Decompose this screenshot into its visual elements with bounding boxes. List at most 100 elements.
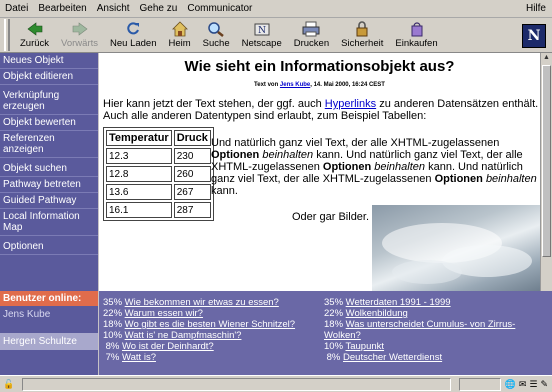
menu-hilfe[interactable]: Hilfe	[521, 0, 552, 17]
list-item: 18% Wo gibt es die besten Wiener Schnitz…	[103, 319, 325, 330]
list-item: 35% Wetterdaten 1991 - 1999	[324, 297, 550, 308]
vertical-scrollbar[interactable]: ▲	[540, 53, 552, 291]
mail-icon[interactable]: ✉	[519, 379, 527, 390]
body-text-bold: Optionen	[322, 161, 372, 173]
search-label: Suche	[202, 38, 230, 49]
security-lock-icon[interactable]: 🔓	[0, 379, 18, 390]
reload-label: Neu Laden	[110, 38, 157, 49]
back-button[interactable]: Zurück	[14, 20, 55, 52]
sidebar-item-neues-objekt[interactable]: Neues Objekt	[0, 53, 98, 69]
list-item: 7% Watt is?	[103, 352, 325, 363]
body-text-part: Und natürlich ganz viel Text, der alle X…	[211, 137, 500, 149]
related-link[interactable]: Taupunkt	[345, 341, 384, 352]
reload-button[interactable]: Neu Laden	[104, 20, 162, 52]
online-user[interactable]: Jens Kube	[0, 306, 98, 323]
reload-icon	[125, 20, 141, 38]
search-icon	[207, 20, 225, 38]
toolbar-grip[interactable]	[4, 19, 10, 51]
menu-gehe-zu[interactable]: Gehe zu	[135, 0, 183, 17]
sidebar-item-guided-pathway[interactable]: Guided Pathway	[0, 193, 98, 209]
forward-button[interactable]: Vorwärts	[55, 20, 104, 52]
list-item: 8% Wo ist der Deinhardt?	[103, 341, 325, 352]
related-link[interactable]: Deutscher Wetterdienst	[343, 352, 442, 363]
table-cell: 260	[173, 166, 211, 182]
sidebar-item-referenzen-anzeigen[interactable]: Referenzen anzeigen	[0, 131, 98, 158]
shop-button[interactable]: Einkaufen	[389, 20, 443, 52]
sidebar-item-objekt-suchen[interactable]: Objekt suchen	[0, 161, 98, 177]
author-link[interactable]: Jens Kube	[280, 82, 310, 88]
back-arrow-icon	[27, 20, 43, 38]
users-online-panel: Benutzer online: Jens Kube Hergen Schult…	[0, 291, 98, 375]
list-item: 22% Wolkenbildung	[324, 308, 550, 319]
related-link[interactable]: Wo ist der Deinhardt?	[122, 341, 214, 352]
sidebar-item-objekt-editieren[interactable]: Objekt editieren	[0, 69, 98, 85]
relevance-percent: 22%	[324, 308, 344, 319]
related-link[interactable]: Wolkenbildung	[346, 308, 408, 319]
related-link[interactable]: Wetterdaten 1991 - 1999	[346, 297, 451, 308]
back-label: Zurück	[20, 38, 50, 49]
relevance-percent: 22%	[103, 308, 123, 319]
home-label: Heim	[168, 38, 191, 49]
related-link[interactable]: Watt is?	[122, 352, 156, 363]
sidebar-item-verknuepfung-erzeugen[interactable]: Verknüpfung erzeugen	[0, 88, 98, 115]
shop-label: Einkaufen	[395, 38, 438, 49]
table-cell: 267	[173, 184, 211, 200]
table-header-row: Temperatur Druck	[106, 130, 211, 146]
table-row: 12.3 230	[106, 148, 211, 164]
table-cell: 13.6	[106, 184, 172, 200]
security-button[interactable]: Sicherheit	[335, 20, 389, 52]
relevance-percent: 35%	[324, 297, 344, 308]
related-link[interactable]: Wie bekommen wir etwas zu essen?	[125, 297, 279, 308]
sidebar-item-objekt-bewerten[interactable]: Objekt bewerten	[0, 115, 98, 131]
table-cell: 230	[173, 148, 211, 164]
forward-label: Vorwärts	[61, 38, 99, 49]
relevance-percent: 18%	[103, 319, 123, 330]
byline-prefix: Text von	[254, 82, 279, 88]
sidebar-item-optionen[interactable]: Optionen	[0, 239, 98, 255]
related-link[interactable]: Watt is' ne Dampfmaschin'?	[125, 330, 242, 341]
forward-arrow-icon	[72, 20, 88, 38]
home-button[interactable]: Heim	[163, 20, 197, 52]
body-text-italic: beinhalten	[485, 173, 537, 185]
intro-paragraph: Hier kann jetzt der Text stehen, der ggf…	[103, 98, 540, 122]
sidebar-item-pathway-betreten[interactable]: Pathway betreten	[0, 177, 98, 193]
list-item: 10% Watt is' ne Dampfmaschin'?	[103, 330, 325, 341]
menu-bar: Datei Bearbeiten Ansicht Gehe zu Communi…	[0, 0, 552, 18]
relevance-percent: 7%	[105, 352, 120, 363]
scroll-up-icon[interactable]: ▲	[541, 53, 552, 63]
print-button[interactable]: Drucken	[288, 20, 335, 52]
page-title: Wie sieht ein Informationsobjekt aus?	[184, 58, 455, 75]
news-icon[interactable]: ☰	[529, 379, 537, 390]
list-item: 22% Warum essen wir?	[103, 308, 325, 319]
netscape-icon: N	[253, 20, 271, 38]
composer-icon[interactable]: ✎	[540, 379, 548, 390]
menu-bearbeiten[interactable]: Bearbeiten	[33, 0, 91, 17]
menu-ansicht[interactable]: Ansicht	[92, 0, 135, 17]
print-label: Drucken	[293, 38, 330, 49]
body-text: Und natürlich ganz viel Text, der alle X…	[211, 137, 537, 197]
netscape-label: Netscape	[241, 38, 282, 49]
column-header-temperatur: Temperatur	[106, 130, 172, 146]
search-button[interactable]: Suche	[197, 20, 236, 52]
related-link[interactable]: Was unterscheidet Cumulus- von Zirrus-Wo…	[324, 319, 515, 341]
related-link[interactable]: Warum essen wir?	[125, 308, 203, 319]
table-cell: 12.8	[106, 166, 172, 182]
menu-communicator[interactable]: Communicator	[182, 0, 257, 17]
netscape-button[interactable]: N Netscape	[236, 20, 288, 52]
relevance-percent: 8%	[105, 341, 120, 352]
byline: Text von Jens Kube, 14. Mai 2000, 16:24 …	[99, 82, 540, 88]
shopping-bag-icon	[410, 20, 424, 38]
related-link[interactable]: Wo gibt es die besten Wiener Schnitzel?	[125, 319, 295, 330]
list-item: 8% Deutscher Wetterdienst	[324, 352, 550, 363]
netscape-logo[interactable]: N	[522, 24, 546, 48]
sidebar-item-local-information-map[interactable]: Local Information Map	[0, 209, 98, 236]
relevance-percent: 18%	[324, 319, 344, 330]
related-links-panel: 35% Wie bekommen wir etwas zu essen? 22%…	[99, 291, 552, 375]
scrollbar-thumb[interactable]	[542, 65, 551, 257]
menu-datei[interactable]: Datei	[0, 0, 33, 17]
status-text-field	[22, 377, 451, 391]
table-cell: 12.3	[106, 148, 172, 164]
navigator-icon[interactable]: 🌐	[505, 379, 516, 390]
online-user[interactable]: Hergen Schultze	[0, 333, 98, 350]
hyperlinks-link[interactable]: Hyperlinks	[325, 98, 376, 110]
